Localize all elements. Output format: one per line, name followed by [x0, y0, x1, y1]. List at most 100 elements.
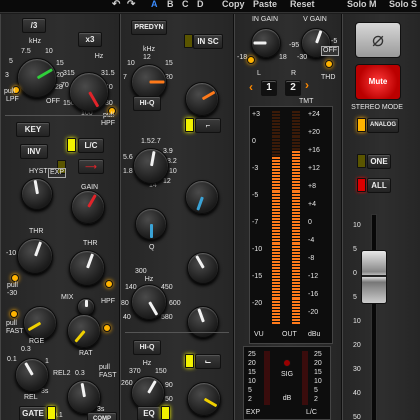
sc-listen-button[interactable]: ⟶: [78, 159, 104, 174]
in-sc-button[interactable]: IN SC: [193, 34, 223, 49]
chevron-right-icon[interactable]: ›: [305, 78, 309, 92]
meter-segment: [272, 153, 280, 156]
one-button[interactable]: ONE: [367, 154, 391, 169]
inv-button[interactable]: INV: [20, 144, 48, 159]
meter-segment: [272, 150, 280, 153]
hpf-knob[interactable]: [69, 72, 109, 112]
meter-segment: [272, 276, 280, 279]
lf-shelf-button[interactable]: ⌙: [195, 354, 221, 369]
off-label[interactable]: OFF: [321, 46, 339, 56]
scale-tick: +20: [308, 129, 320, 136]
meter-segment: [292, 162, 300, 166]
meter-segment: [292, 233, 300, 236]
hpf-tick: 315: [63, 70, 75, 77]
meter-segment: [292, 129, 300, 132]
gate-threshold-knob[interactable]: [17, 238, 53, 274]
lf-tick: 40: [123, 314, 131, 321]
meter-segment: [272, 260, 280, 263]
analog-button[interactable]: ANALOG: [367, 118, 399, 133]
thr-tick: -10: [6, 250, 17, 257]
lm-gain-knob[interactable]: [187, 252, 219, 284]
copy-button[interactable]: Copy: [222, 0, 245, 9]
hi-q-button-2[interactable]: HI-Q: [133, 340, 161, 355]
hf-shelf-button[interactable]: ⌐: [195, 118, 221, 133]
scale-tick: 20: [353, 342, 361, 349]
key-button[interactable]: KEY: [16, 122, 50, 137]
lpf-knob[interactable]: [17, 58, 57, 98]
lf-gain-knob[interactable]: [187, 382, 221, 416]
meter-segment: [292, 175, 300, 178]
redo-icon[interactable]: ↷: [127, 0, 135, 10]
meter-segment: [292, 236, 300, 239]
meter-segment: [292, 318, 300, 321]
hm-q-knob[interactable]: [135, 208, 167, 240]
hf-shelf-led: [185, 118, 194, 132]
scale-tick: +4: [308, 201, 316, 208]
paste-button[interactable]: Paste: [253, 0, 277, 9]
knob-pointer: [26, 321, 41, 332]
scale-tick: 40: [353, 390, 361, 397]
times-3-button[interactable]: x3: [78, 32, 102, 47]
meter-segment: [292, 266, 300, 269]
channel-2-button[interactable]: 2: [285, 80, 301, 96]
in-gain-knob[interactable]: [251, 28, 281, 58]
gate-button[interactable]: GATE: [19, 406, 47, 420]
power-slash-icon[interactable]: ⌀: [355, 22, 401, 58]
comp-threshold-knob[interactable]: [69, 250, 105, 286]
meter-segment: [272, 193, 280, 196]
chevron-left-icon[interactable]: ‹: [249, 80, 253, 94]
hi-q-button[interactable]: HI-Q: [133, 96, 161, 111]
meter-segment: [272, 263, 280, 266]
meter-segment: [292, 257, 300, 260]
meter-segment: [292, 202, 300, 205]
sig-label: SIG: [280, 371, 294, 378]
knob-pointer: [314, 30, 322, 44]
hf-tick: 12: [143, 54, 151, 61]
comp-release-knob[interactable]: [67, 380, 101, 414]
divide-3-button[interactable]: /3: [22, 18, 46, 33]
all-button[interactable]: ALL: [367, 178, 391, 193]
preset-b[interactable]: B: [167, 0, 174, 9]
hf-gain-knob[interactable]: [185, 82, 219, 116]
minus30-label: -30: [7, 290, 18, 297]
gate-release-knob[interactable]: [15, 358, 49, 392]
reset-button[interactable]: Reset: [290, 0, 315, 9]
thd-label: THD: [321, 74, 336, 81]
solo-s-button[interactable]: Solo S: [389, 0, 417, 9]
gain-knob[interactable]: [71, 190, 105, 224]
hm-gain-knob[interactable]: [185, 180, 219, 214]
lf-tick: 600: [169, 300, 181, 307]
meter-segment: [292, 147, 300, 150]
comp-button[interactable]: COMP: [87, 412, 117, 420]
preset-d[interactable]: D: [197, 0, 204, 9]
channel-1-button[interactable]: 1: [261, 80, 277, 96]
meter-segment: [292, 153, 300, 156]
preset-a[interactable]: A: [151, 0, 158, 9]
lm-q-knob[interactable]: [187, 306, 219, 338]
hyst-knob[interactable]: [21, 178, 53, 210]
undo-icon[interactable]: ↶: [112, 0, 120, 10]
eq-button[interactable]: EQ: [137, 406, 161, 420]
range-knob[interactable]: [23, 306, 57, 340]
scale-tick: -8: [308, 255, 315, 262]
meter-segment: [272, 294, 280, 297]
tmt-label: TMT: [299, 98, 314, 105]
knob-pointer: [203, 397, 218, 408]
lm-freq-knob[interactable]: [131, 284, 167, 320]
exp-meter-label: EXP: [246, 409, 261, 416]
meter-segment: [292, 285, 300, 288]
preset-c[interactable]: C: [182, 0, 189, 9]
output-fader[interactable]: [361, 250, 387, 304]
hm-freq-knob[interactable]: [133, 148, 169, 184]
mute-button[interactable]: Mute: [355, 64, 401, 100]
lc-button[interactable]: L/C: [78, 138, 104, 153]
channel-strip-plugin: ↶ ↷ A B C D Copy Paste Reset Solo M Solo…: [0, 0, 420, 420]
rge-label: RGE: [29, 338, 45, 345]
hf-tick: 15: [165, 60, 173, 67]
lf-freq-knob[interactable]: [131, 376, 165, 410]
hf-freq-knob[interactable]: [131, 64, 167, 100]
predyn-button[interactable]: PREDYN: [131, 20, 167, 35]
solo-m-button[interactable]: Solo M: [347, 0, 377, 9]
ratio-knob[interactable]: [67, 314, 101, 348]
meter-segment: [292, 208, 300, 211]
